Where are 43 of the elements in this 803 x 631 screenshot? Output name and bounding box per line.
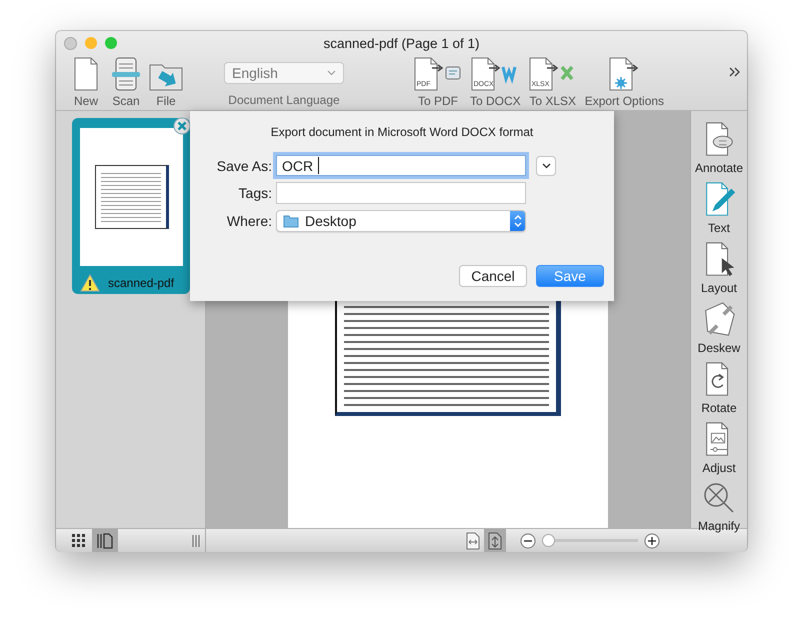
fit-width-icon	[466, 532, 480, 550]
page-name: scanned-pdf	[108, 276, 174, 290]
text-tool-button[interactable]: Text	[691, 181, 747, 235]
scanner-icon	[111, 57, 141, 91]
slider-thumb[interactable]	[542, 534, 555, 547]
deskew-tool-button[interactable]: Deskew	[691, 301, 747, 355]
export-button[interactable]: Export Options	[584, 55, 664, 108]
text-field[interactable]: OCR	[276, 155, 526, 176]
field-label: Where:	[226, 213, 272, 229]
fit-page-button[interactable]	[484, 529, 506, 552]
file-button[interactable]: File	[146, 55, 186, 108]
up-down-arrows-icon	[514, 214, 522, 228]
text-field[interactable]	[276, 182, 526, 204]
adjust-tool-button[interactable]: Adjust	[691, 421, 747, 475]
fit-page-icon	[488, 532, 502, 550]
folder-icon	[283, 214, 299, 228]
grid-icon	[72, 534, 86, 548]
field-label: Tags:	[238, 185, 272, 201]
resize-grip-icon[interactable]	[192, 534, 200, 546]
language-dropdown[interactable]: English	[224, 62, 344, 84]
annotate-tool-button[interactable]: Annotate	[691, 121, 747, 175]
zoom-out-icon[interactable]	[520, 532, 536, 548]
chevron-down-icon	[542, 162, 550, 168]
layout-tool-button[interactable]: Layout	[691, 241, 747, 295]
location-dropdown[interactable]: Desktop	[276, 210, 526, 232]
pages-view-button[interactable]	[92, 529, 118, 552]
overflow-chevron-icon[interactable]	[729, 67, 741, 77]
export-settings-icon	[609, 57, 640, 91]
field-label: Save As:	[216, 158, 272, 174]
chevron-down-icon	[327, 70, 336, 76]
magnify-tool-button[interactable]: Magnify	[691, 481, 747, 533]
expand-dialog-button[interactable]	[536, 156, 556, 176]
scan-button[interactable]: Scan	[106, 55, 146, 108]
new-button[interactable]: New	[66, 55, 106, 108]
cancel-button[interactable]: Cancel	[459, 265, 527, 287]
zoom-in-icon[interactable]	[644, 532, 660, 548]
page-thumbnail-card[interactable]: scanned-pdf	[72, 118, 190, 294]
sidebar-page-icon	[97, 532, 113, 548]
language-label: Document Language	[228, 93, 340, 107]
rotate-tool-button[interactable]: Rotate	[691, 361, 747, 415]
blank-page-icon	[73, 57, 99, 91]
dialog-title: Export document in Microsoft Word DOCX format	[270, 125, 534, 139]
window-title: scanned-pdf (Page 1 of 1)	[323, 36, 480, 50]
